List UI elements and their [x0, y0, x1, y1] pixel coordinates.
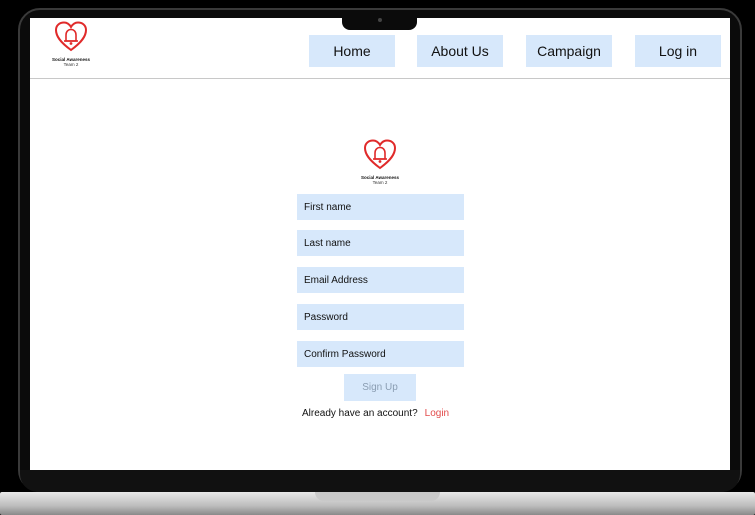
brand-team: Team 2: [63, 61, 79, 67]
password-field[interactable]: Password: [297, 304, 464, 330]
sign-up-button[interactable]: Sign Up: [344, 374, 416, 401]
laptop-chin: [20, 470, 740, 492]
confirm-password-field[interactable]: Confirm Password: [297, 341, 464, 367]
nav-login-button[interactable]: Log in: [635, 35, 721, 67]
first-name-field[interactable]: First name: [297, 194, 464, 220]
laptop-screen: Social Awareness Team 2 Home About Us Ca…: [30, 18, 730, 470]
form-brand-team: Team 2: [372, 179, 388, 185]
heart-bell-icon: [54, 21, 88, 52]
form-logo: Social Awareness Team 2: [360, 139, 400, 186]
nav-home-button[interactable]: Home: [309, 35, 395, 67]
email-field[interactable]: Email Address: [297, 267, 464, 293]
login-link[interactable]: Login: [425, 408, 449, 419]
already-account-text: Already have an account?: [302, 408, 418, 419]
last-name-field[interactable]: Last name: [297, 230, 464, 256]
camera-icon: [378, 18, 382, 22]
nav-campaign-button[interactable]: Campaign: [526, 35, 612, 67]
nav-about-button[interactable]: About Us: [417, 35, 503, 67]
heart-bell-icon: [363, 139, 397, 170]
login-prompt: Already have an account? Login: [302, 408, 449, 419]
laptop-base-notch: [315, 492, 440, 501]
header-logo[interactable]: Social Awareness Team 2: [48, 21, 94, 68]
